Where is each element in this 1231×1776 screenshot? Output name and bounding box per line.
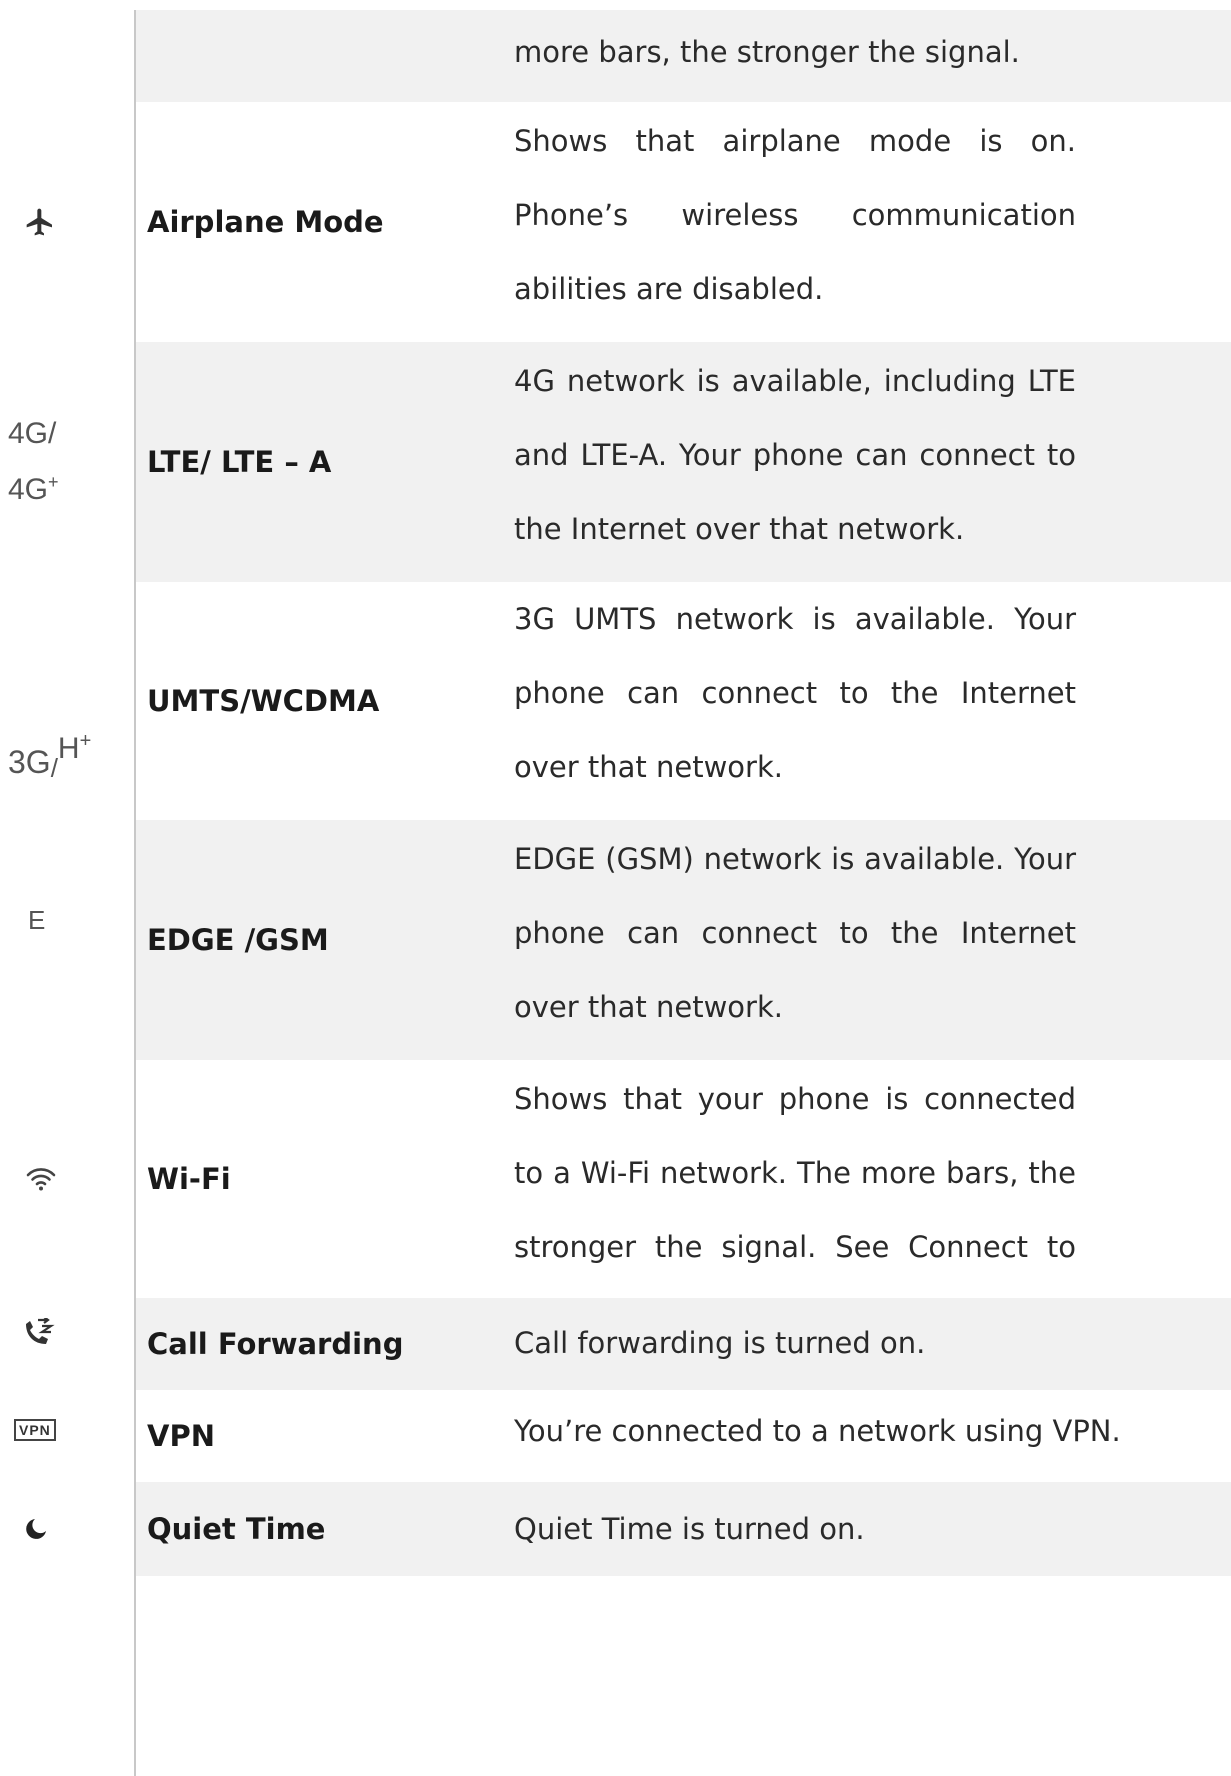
row-description: Quiet Time is turned on. (514, 1512, 865, 1546)
table-row: Airplane Mode Shows that airplane mode i… (0, 102, 1231, 342)
row-feature: EDGE /GSM (147, 923, 329, 957)
row-description: Call forwarding is turned on. (514, 1326, 926, 1360)
row-feature: Wi-Fi (147, 1162, 231, 1196)
row-description: EDGE (GSM) network is available. Your ph… (514, 842, 1076, 1024)
row-feature: Call Forwarding (147, 1327, 404, 1361)
table-row: VPN VPN You’re connected to a network us… (0, 1390, 1231, 1482)
table-row: 3G / H+ UMTS/WCDMA 3G UMTS network is avai… (0, 582, 1231, 820)
row-description: 3G UMTS network is available. Your phone… (514, 602, 1076, 784)
row-feature: VPN (147, 1419, 215, 1453)
table-row: Call Forwarding Call forwarding is turne… (0, 1298, 1231, 1390)
wifi-icon (6, 1060, 130, 1298)
row-description: 4G network is available, including LTE a… (514, 364, 1076, 546)
vpn-icon: VPN (6, 1390, 130, 1470)
row-description: You’re connected to a network using VPN. (514, 1414, 1121, 1448)
call-forwarding-icon (6, 1298, 130, 1390)
4g-icon: 4G/ 4G+ (6, 342, 130, 582)
row-feature: Quiet Time (147, 1512, 326, 1546)
3g-icon: 3G / H+ (8, 730, 92, 783)
row-feature: Airplane Mode (147, 205, 384, 239)
row-description: Shows that airplane mode is on. Phone’s … (514, 124, 1076, 306)
4g-label: 4G/ (8, 417, 57, 450)
4g-plus-sup: + (48, 472, 59, 492)
3g-label: 3G (8, 743, 51, 780)
table-row: E EDGE /GSM EDGE (GSM) network is availa… (0, 820, 1231, 1060)
row-feature: LTE/ LTE – A (147, 445, 332, 479)
moon-icon (6, 1482, 130, 1576)
airplane-icon (6, 102, 130, 342)
table-row: more bars, the stronger the signal. (0, 10, 1231, 102)
row-description: more bars, the stronger the signal. (514, 35, 1020, 69)
table-row: 4G/ 4G+ LTE/ LTE – A 4G network is avail… (0, 342, 1231, 582)
row-feature: UMTS/WCDMA (147, 684, 380, 718)
edge-icon: E (28, 904, 46, 935)
table-row: Wi-Fi Shows that your phone is connected… (0, 1060, 1231, 1338)
4g-plus-label: 4G (8, 473, 49, 506)
table-row: Quiet Time Quiet Time is turned on. (0, 1482, 1231, 1576)
